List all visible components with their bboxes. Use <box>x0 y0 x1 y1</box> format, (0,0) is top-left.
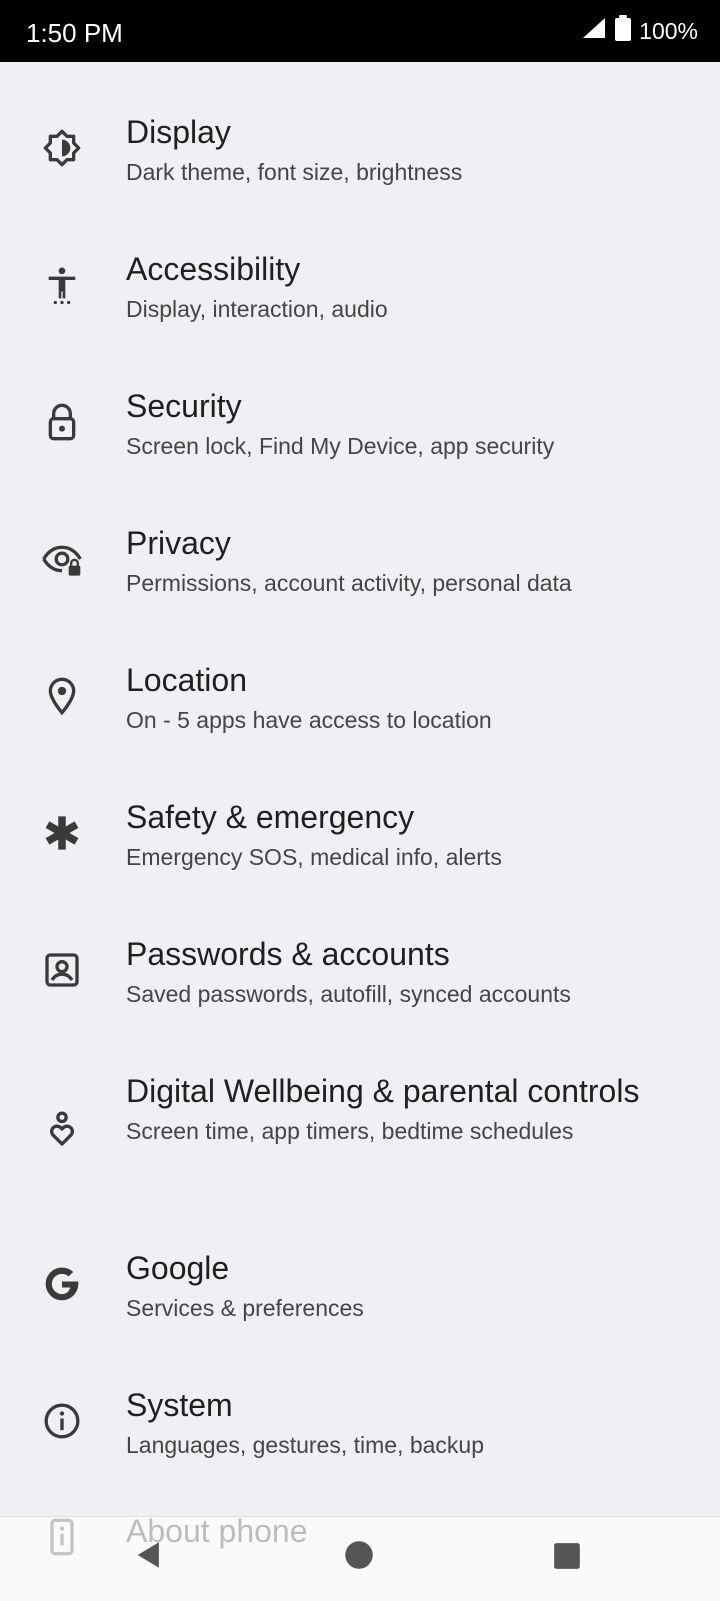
settings-item-title: Display <box>126 114 231 150</box>
accessibility-icon <box>40 263 84 307</box>
display-brightness-icon <box>40 126 84 170</box>
back-triangle-icon[interactable] <box>132 1538 166 1577</box>
battery-full-icon <box>615 15 632 47</box>
battery-percent: 100% <box>639 17 698 44</box>
recents-square-icon[interactable] <box>553 1542 581 1575</box>
settings-item-title: Passwords & accounts <box>126 936 450 972</box>
settings-item-title: Accessibility <box>126 251 301 287</box>
wellbeing-heart-icon <box>40 1107 84 1151</box>
settings-item-subtitle: Languages, gestures, time, backup <box>126 1432 485 1458</box>
lock-icon <box>40 400 84 444</box>
settings-item-subtitle: Saved passwords, autofill, synced accoun… <box>126 981 571 1007</box>
google-g-icon <box>40 1262 84 1306</box>
settings-item-subtitle: Screen lock, Find My Device, app securit… <box>126 433 555 459</box>
cell-signal-icon <box>581 16 607 46</box>
info-circle-icon <box>40 1399 84 1443</box>
asterisk-icon <box>40 811 84 855</box>
home-circle-icon[interactable] <box>344 1540 374 1575</box>
settings-item-title: Google <box>126 1250 230 1286</box>
settings-item-passwords-accounts[interactable]: Passwords & accounts Saved passwords, au… <box>0 924 720 1034</box>
privacy-eye-icon <box>40 537 84 581</box>
settings-item-subtitle: Services & preferences <box>126 1295 364 1321</box>
settings-item-system[interactable]: System Languages, gestures, time, backup <box>0 1375 720 1485</box>
settings-item-subtitle: Permissions, account activity, personal … <box>126 570 572 596</box>
settings-item-security[interactable]: Security Screen lock, Find My Device, ap… <box>0 376 720 486</box>
settings-item-display[interactable]: Display Dark theme, font size, brightnes… <box>0 102 720 212</box>
status-bar: 1:50 PM 100% <box>0 0 720 62</box>
settings-item-title: Digital Wellbeing & parental controls <box>126 1073 640 1109</box>
phone-info-icon <box>40 1515 84 1559</box>
settings-item-accessibility[interactable]: Accessibility Display, interaction, audi… <box>0 239 720 349</box>
status-icons: 100% <box>581 0 698 62</box>
settings-item-subtitle: Screen time, app timers, bedtime schedul… <box>126 1118 574 1144</box>
settings-item-subtitle: On - 5 apps have access to location <box>126 707 492 733</box>
settings-item-title: Safety & emergency <box>126 799 415 835</box>
status-time: 1:50 PM <box>26 18 123 48</box>
settings-item-subtitle: Emergency SOS, medical info, alerts <box>126 844 502 870</box>
settings-item-digital-wellbeing[interactable]: Digital Wellbeing & parental controls Sc… <box>0 1061 720 1211</box>
settings-item-subtitle: Display, interaction, audio <box>126 296 388 322</box>
settings-item-safety[interactable]: Safety & emergency Emergency SOS, medica… <box>0 787 720 897</box>
settings-item-location[interactable]: Location On - 5 apps have access to loca… <box>0 650 720 760</box>
settings-item-title: System <box>126 1387 233 1423</box>
account-box-icon <box>40 948 84 992</box>
settings-item-title: Location <box>126 662 247 698</box>
settings-item-privacy[interactable]: Privacy Permissions, account activity, p… <box>0 513 720 623</box>
settings-item-google[interactable]: Google Services & preferences <box>0 1238 720 1348</box>
settings-item-title: Privacy <box>126 525 231 561</box>
settings-item-subtitle: Dark theme, font size, brightness <box>126 159 463 185</box>
settings-item-title: Security <box>126 388 242 424</box>
location-pin-icon <box>40 674 84 718</box>
